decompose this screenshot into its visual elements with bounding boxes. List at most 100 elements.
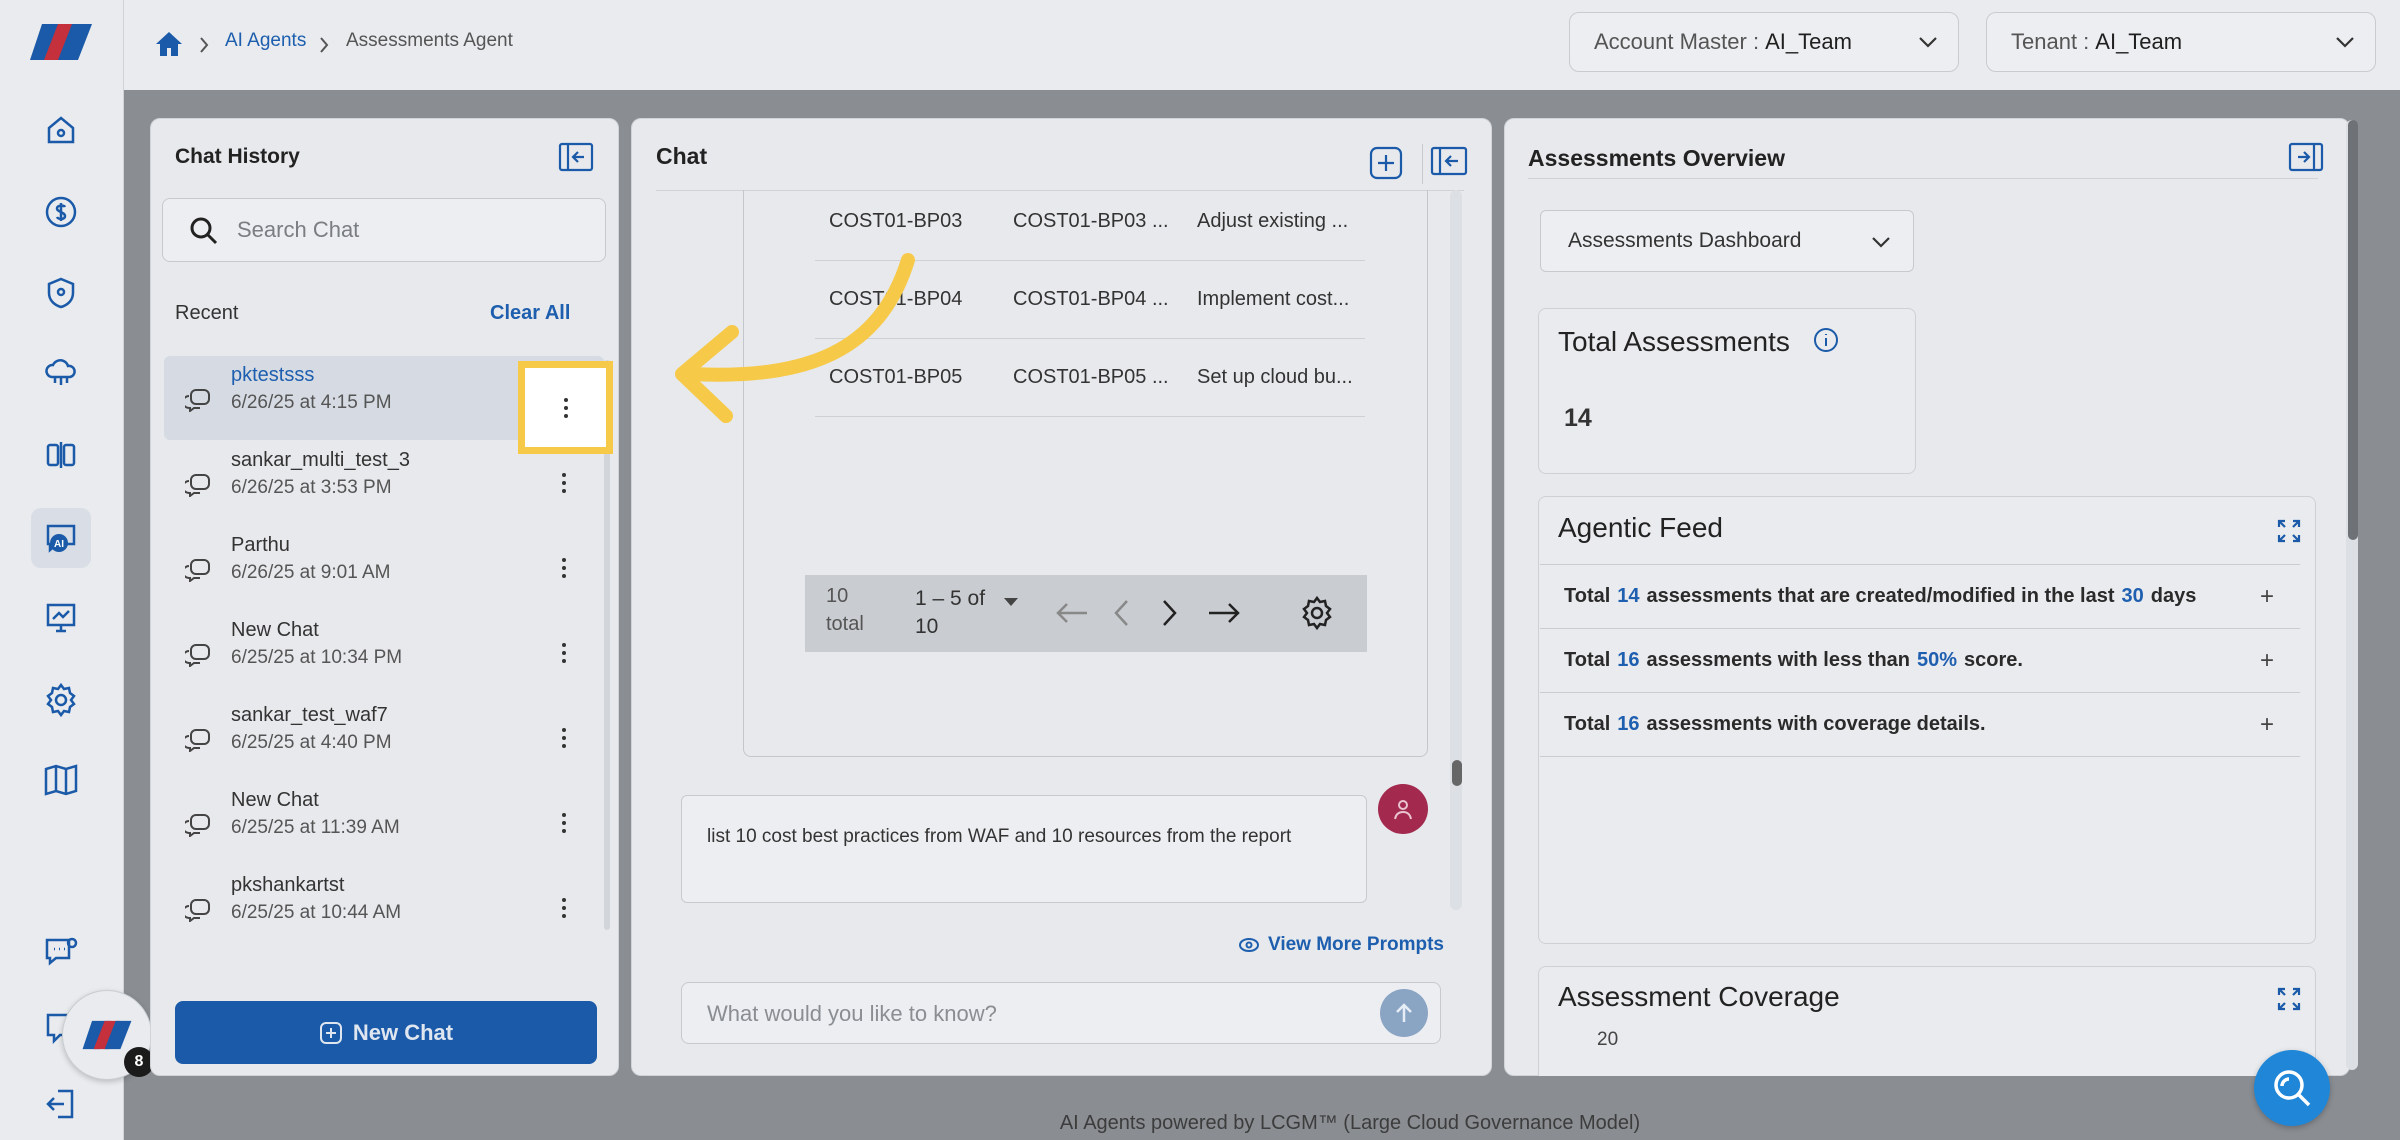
caret-down-icon[interactable] xyxy=(1003,597,1019,607)
info-icon[interactable] xyxy=(1813,327,1839,353)
account-master-select[interactable]: Account Master : AI_Team xyxy=(1569,12,1959,72)
feed-row[interactable]: Total 14 assessments that are created/modi… xyxy=(1540,565,2300,629)
new-chat-button[interactable]: New Chat xyxy=(175,1001,597,1064)
prev-page-icon[interactable] xyxy=(1113,599,1129,627)
gear-icon[interactable] xyxy=(31,670,91,730)
chat-input-field[interactable] xyxy=(681,982,1441,1044)
chevron-right-icon xyxy=(198,36,210,54)
chat-item-title: pktestsss xyxy=(231,364,315,386)
expand-icon[interactable] xyxy=(2277,519,2301,543)
collapse-panel-icon[interactable] xyxy=(1430,146,1468,176)
chevron-down-icon xyxy=(1918,35,1938,49)
compare-icon[interactable] xyxy=(31,425,91,485)
chat-history-item[interactable]: sankar_test_waf7 6/25/25 at 4:40 PM xyxy=(164,696,604,780)
more-options-icon[interactable] xyxy=(552,892,576,924)
feed-row[interactable]: Total 16 assessments with coverage details… xyxy=(1540,693,2300,757)
presentation-icon[interactable] xyxy=(31,588,91,648)
feed-number: 16 xyxy=(1617,649,1640,671)
search-chat-field[interactable] xyxy=(162,198,606,262)
account-label: Account Master : xyxy=(1594,29,1760,54)
new-chat-icon[interactable] xyxy=(1369,146,1403,180)
last-page-icon[interactable] xyxy=(1207,601,1241,625)
feed-row[interactable]: Total 16 assessments with less than 50% scor… xyxy=(1540,629,2300,693)
more-options-icon[interactable] xyxy=(552,467,576,499)
chat-history-item[interactable]: New Chat 6/25/25 at 10:34 PM xyxy=(164,611,604,695)
assessment-coverage-title: Assessment Coverage xyxy=(1558,981,1840,1012)
user-avatar-icon xyxy=(1378,784,1428,834)
chat-scrollbar[interactable] xyxy=(1450,190,1462,910)
chat-history-item[interactable]: pkshankartst 6/25/25 at 10:44 AM xyxy=(164,866,604,950)
send-button[interactable] xyxy=(1380,989,1428,1037)
more-options-icon[interactable] xyxy=(552,807,576,839)
next-page-icon[interactable] xyxy=(1162,599,1178,627)
total-assessments-value: 14 xyxy=(1564,404,1592,432)
chat-item-title: pkshankartst xyxy=(231,874,345,896)
breadcrumb-ai-agents[interactable]: AI Agents xyxy=(225,30,306,52)
tutorial-arrow-icon xyxy=(675,253,915,423)
overview-scroll-thumb[interactable] xyxy=(2348,120,2358,540)
table-pager: 10 total 1 – 5 of 10 xyxy=(805,575,1367,652)
chat-icon xyxy=(185,728,211,752)
chat-history-item[interactable]: Parthu 6/26/25 at 9:01 AM xyxy=(164,526,604,610)
feed-text: Total xyxy=(1564,713,1611,735)
expand-row-icon[interactable]: + xyxy=(2260,647,2274,675)
ai-agents-icon[interactable]: AI xyxy=(31,508,91,568)
dollar-icon[interactable] xyxy=(31,182,91,242)
feed-text: Total xyxy=(1564,649,1611,671)
search-input[interactable] xyxy=(237,213,577,247)
overview-title: Assessments Overview xyxy=(1528,145,1785,171)
highlighted-more-options-button[interactable] xyxy=(518,361,613,454)
chat-history-item[interactable]: New Chat 6/25/25 at 11:39 AM xyxy=(164,781,604,865)
search-icon xyxy=(189,216,219,246)
more-options-icon[interactable] xyxy=(552,637,576,669)
dashboard-select[interactable]: Assessments Dashboard xyxy=(1540,210,1914,272)
coverage-axis-tick: 20 xyxy=(1597,1029,1619,1050)
chat-scroll-thumb[interactable] xyxy=(1452,760,1462,786)
footer-text: AI Agents powered by LCGM™ (Large Cloud … xyxy=(1059,1112,1641,1134)
pager-total-word: total xyxy=(826,613,864,635)
feed-text: assessments with less than xyxy=(1646,649,1910,671)
plus-icon xyxy=(319,1021,343,1045)
more-options-icon[interactable] xyxy=(552,552,576,584)
expand-row-icon[interactable]: + xyxy=(2260,583,2274,611)
view-more-label: View More Prompts xyxy=(1268,934,1444,955)
home-icon[interactable] xyxy=(154,30,184,58)
gear-icon[interactable] xyxy=(1299,595,1335,631)
chevron-right-icon xyxy=(318,36,330,54)
brand-logo[interactable] xyxy=(28,22,94,62)
chat-icon xyxy=(185,898,211,922)
first-page-icon[interactable] xyxy=(1055,601,1089,625)
home-icon[interactable] xyxy=(31,100,91,160)
cloud-network-icon[interactable] xyxy=(31,344,91,404)
view-more-prompts-link[interactable]: View More Prompts xyxy=(1238,934,1444,956)
clear-all-link[interactable]: Clear All xyxy=(490,302,570,325)
new-chat-label: New Chat xyxy=(352,1019,454,1045)
chat-icon xyxy=(185,813,211,837)
expand-icon[interactable] xyxy=(2277,987,2301,1011)
book-icon[interactable] xyxy=(31,750,91,810)
chevron-down-icon xyxy=(1871,235,1891,249)
eye-icon xyxy=(1238,937,1260,953)
sidebar: AI 8 xyxy=(0,0,154,1140)
expand-row-icon[interactable]: + xyxy=(2260,711,2274,739)
chat-icon xyxy=(185,558,211,582)
chat-history-title: Chat History xyxy=(175,145,300,168)
feed-number: 50% xyxy=(1917,649,1958,671)
table-cell: Adjust existing ... xyxy=(1197,210,1349,232)
total-assessments-title: Total Assessments xyxy=(1558,326,1790,357)
tenant-select[interactable]: Tenant : AI_Team xyxy=(1986,12,2376,72)
more-options-icon[interactable] xyxy=(552,722,576,754)
expand-panel-icon[interactable] xyxy=(2288,142,2324,172)
chat-item-date: 6/25/25 at 4:40 PM xyxy=(231,732,392,753)
chat-icon xyxy=(185,473,211,497)
feed-text: days xyxy=(2150,585,2197,607)
pager-range[interactable]: 1 – 5 of xyxy=(915,587,985,611)
total-assessments-card: Total Assessments 14 xyxy=(1538,308,1916,474)
chat-input[interactable] xyxy=(707,999,1327,1029)
chat-help-icon[interactable] xyxy=(31,922,91,982)
table-cell: Implement cost... xyxy=(1197,288,1350,310)
table-cell: COST01-BP03 ... xyxy=(1013,210,1169,232)
shield-icon[interactable] xyxy=(31,263,91,323)
chat-item-title: sankar_multi_test_3 xyxy=(231,449,410,471)
collapse-panel-icon[interactable] xyxy=(558,142,594,172)
